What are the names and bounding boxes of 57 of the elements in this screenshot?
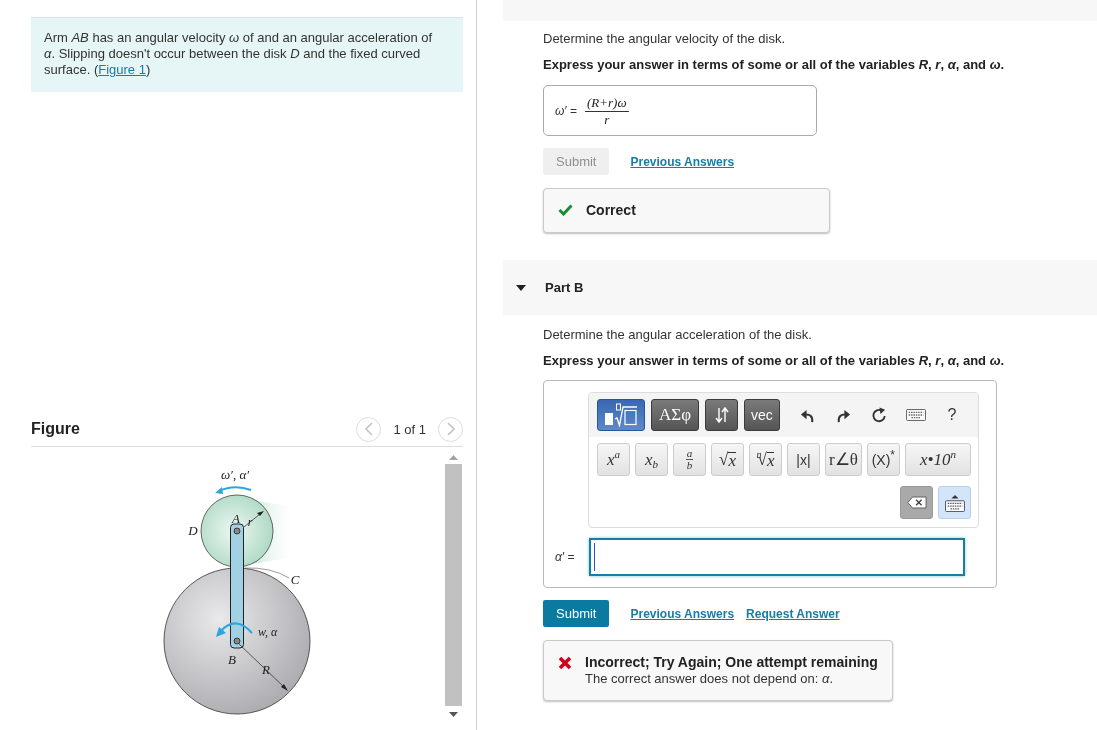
part-header[interactable]: Part B: [503, 260, 1097, 315]
help-button[interactable]: ?: [938, 402, 965, 428]
problem-statement: Arm AB has an angular velocity ω of and an angular acceleration of α. Slipping doesn't occur between the disk D and the fixed curved surface. (Figure 1): [31, 17, 463, 92]
figure-label: w, α: [258, 625, 278, 639]
answer-instruction: Express your answer in terms of some or all of the variables R, r, α, and ω.: [543, 352, 1006, 369]
triangle-down-icon: [449, 712, 458, 717]
redo-icon: [836, 407, 852, 423]
feedback-title: Incorrect; Try Again; One attempt remaining: [585, 654, 878, 671]
figure-label: B: [228, 652, 236, 667]
backspace-button[interactable]: [900, 486, 933, 519]
keyboard-toggle-button[interactable]: [938, 486, 971, 519]
text-cursor: [594, 543, 595, 571]
question-prompt: Determine the angular velocity of the disk.: [543, 31, 787, 47]
up-down-arrows-icon: [714, 406, 729, 424]
figure-label: ω′, α′: [220, 467, 250, 482]
fraction-key[interactable]: a b: [673, 443, 706, 476]
root-key[interactable]: √x: [711, 443, 744, 476]
math-key[interactable]: |x|: [787, 443, 820, 476]
math-key[interactable]: (X)$^{*}$: [866, 443, 900, 476]
palette-tab[interactable]: ΑΣφ: [651, 399, 699, 431]
answer-label: α′ =: [555, 550, 576, 564]
cross-icon: [558, 656, 572, 670]
answer-fraction: (R+r)ω r: [584, 94, 629, 127]
math-key[interactable]: x$_{b}$: [635, 443, 668, 476]
keyboard-icon: [905, 409, 926, 421]
backspace-icon: [906, 496, 927, 509]
math-key[interactable]: x$^{a}$: [597, 443, 630, 476]
palette-tab[interactable]: [705, 399, 738, 431]
keyboard-icon: [944, 493, 965, 512]
figure-label: r: [247, 515, 253, 529]
submit-button[interactable]: Submit: [543, 600, 610, 627]
figure-label: R: [262, 662, 270, 677]
figure-label: C: [290, 572, 300, 587]
triangle-up-icon: [449, 455, 458, 460]
chevron-right-icon: [446, 422, 455, 436]
page-indicator: 1 of 1: [393, 421, 426, 437]
question-prompt: Determine the angular acceleration of the disk.: [543, 327, 813, 343]
answers-link[interactable]: Previous Answers: [630, 606, 735, 621]
feedback-title: Correct: [586, 202, 636, 219]
answer-label: ω′ =: [555, 103, 577, 118]
answer-instruction: Express your answer in terms of some or all of the variables R, r, α, and ω.: [543, 56, 1006, 73]
palette-tab[interactable]: vec: [744, 399, 780, 431]
figure-link[interactable]: Figure 1: [98, 62, 146, 77]
chevron-left-icon: [364, 422, 373, 436]
figure-label: A: [232, 511, 240, 526]
figure-label: D: [188, 523, 198, 538]
answers-link[interactable]: Request Answer: [746, 606, 840, 621]
math-key[interactable]: x•10$^{n}$: [904, 443, 971, 476]
figure-heading: Figure: [31, 420, 80, 438]
check-icon: [558, 204, 573, 216]
palette-tab[interactable]: [597, 399, 645, 431]
answers-link[interactable]: Previous Answers: [630, 154, 735, 169]
undo-icon: [800, 407, 816, 423]
answer-field[interactable]: [589, 538, 965, 576]
math-key[interactable]: r∠θ: [825, 443, 862, 476]
feedback-detail: The correct answer does not depend on: α.: [585, 671, 835, 687]
radical-template-icon: [604, 403, 638, 427]
